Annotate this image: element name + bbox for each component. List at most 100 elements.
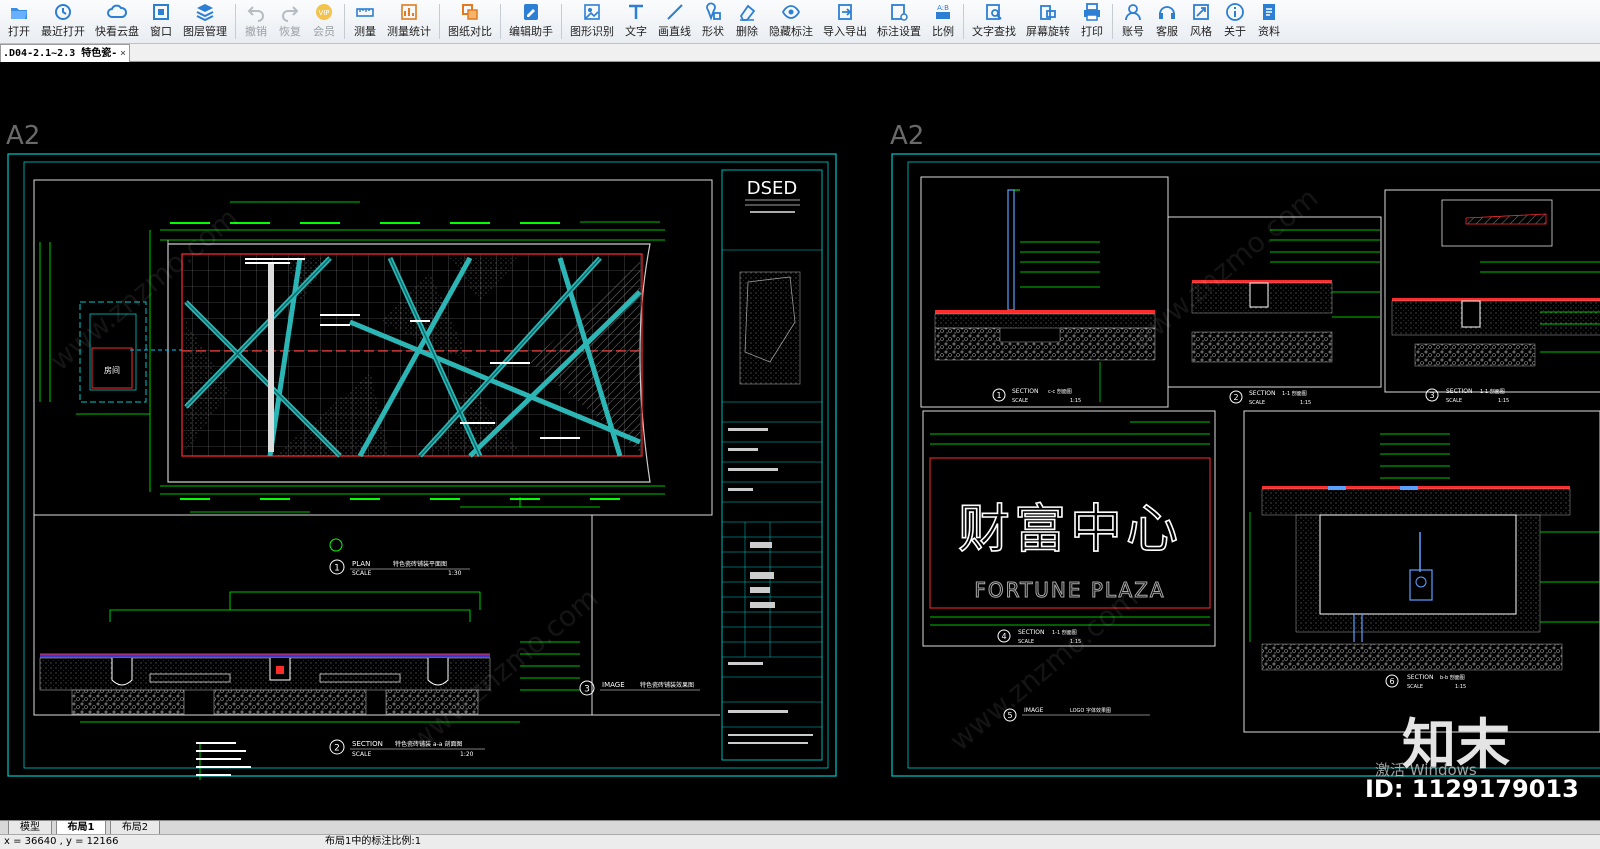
import-export-icon (838, 4, 852, 20)
plan-title: PLAN (352, 560, 370, 568)
toolbar-button-measure-stats[interactable]: 测量统计 (382, 0, 436, 43)
layout-tab-layout1[interactable]: 布局1 (56, 821, 106, 835)
sheet-1: A2 DSED 房间 1 PLAN SCALE 1:30 特色瓷砖铺装平面图 2… (6, 121, 837, 780)
toolbar-button-layers[interactable]: 图层管理 (178, 0, 232, 43)
toolbar-button-edit-assistant[interactable]: 编辑助手 (504, 0, 558, 43)
toolbar-button-label: 画直线 (658, 25, 691, 38)
section-number: 2 (334, 744, 340, 754)
toolbar-button-headset[interactable]: 客服 (1150, 0, 1184, 43)
s2-section-6-title: SECTION (1407, 674, 1433, 681)
toolbar-button-label: 形状 (702, 25, 724, 38)
layers-icon (196, 4, 214, 22)
toolbar-button-style[interactable]: 风格 (1184, 0, 1218, 43)
document-tab-title: .D04-2.1~2.3 特色瓷- (3, 48, 118, 59)
toolbar-separator (561, 4, 562, 39)
toolbar-separator (344, 4, 345, 39)
toolbar-button-undo[interactable]: 撤销 (239, 0, 273, 43)
s2-section-1-number: 1 (996, 391, 1001, 400)
printer-icon (1084, 3, 1100, 21)
toolbar-button-folder-open[interactable]: 打开 (2, 0, 36, 43)
s2-section-6-scale: 1:15 (1455, 684, 1466, 690)
toolbar-button-measure[interactable]: 测量 (348, 0, 382, 43)
text-icon (629, 4, 643, 19)
toolbar-button-label: 窗口 (150, 25, 172, 38)
s2-section-1-scale-label: SCALE (1012, 398, 1028, 404)
toolbar-button-vip[interactable]: VIP 会员 (307, 0, 341, 43)
toolbar-button-label: 编辑助手 (509, 25, 553, 38)
measure-stats-icon (401, 4, 417, 20)
cad-drawing: A2 DSED 房间 1 PLAN SCALE 1:30 特色瓷砖铺装平面图 2… (6, 121, 1600, 780)
plan-scale: 1:30 (448, 570, 462, 577)
layout-tab-layout2[interactable]: 布局2 (110, 821, 160, 835)
toolbar-button-ratio[interactable]: A:B 比例 (926, 0, 960, 43)
s2-section-3-scale-label: SCALE (1446, 398, 1462, 404)
edit-assistant-icon (524, 4, 538, 20)
toolbar-button-text-search[interactable]: 文字查找 (967, 0, 1021, 43)
s2-section-2-title: SECTION (1249, 390, 1275, 397)
toolbar-button-label: 会员 (313, 25, 335, 38)
drawing-canvas[interactable]: A2 DSED 房间 1 PLAN SCALE 1:30 特色瓷砖铺装平面图 2… (0, 62, 1600, 820)
toolbar-button-printer[interactable]: 打印 (1075, 0, 1109, 43)
toolbar-separator (500, 4, 501, 39)
redo-icon (282, 6, 299, 22)
s2-section-3-title: SECTION (1446, 388, 1472, 395)
room-label: 房间 (104, 365, 120, 375)
toolbar-button-text[interactable]: 文字 (619, 0, 653, 43)
toolbar-button-label: 关于 (1224, 25, 1246, 38)
toolbar-button-history[interactable]: 最近打开 (36, 0, 90, 43)
toolbar-button-label: 标注设置 (877, 25, 921, 38)
layout-tab-bar: 模型 布局1 布局2 (0, 820, 1600, 835)
layout-tab-model[interactable]: 模型 (8, 821, 52, 835)
style-icon (1193, 4, 1209, 20)
toolbar-button-label: 客服 (1156, 25, 1178, 38)
s2-section-4-number: 4 (1001, 632, 1006, 641)
firm-logo: DSED (747, 178, 798, 199)
toolbar-button-label: 测量 (354, 25, 376, 38)
svg-text:A:B: A:B (937, 4, 949, 12)
toolbar-button-window[interactable]: 窗口 (144, 0, 178, 43)
compare-icon (462, 4, 478, 20)
s2-section-2-number: 2 (1233, 393, 1238, 402)
toolbar-button-compare[interactable]: 图纸对比 (443, 0, 497, 43)
toolbar-button-label: 恢复 (279, 25, 301, 38)
s2-section-1-scale: 1:15 (1070, 398, 1081, 404)
toolbar-button-shape-recognition[interactable]: 图形识别 (565, 0, 619, 43)
toolbar-button-redo[interactable]: 恢复 (273, 0, 307, 43)
id-watermark: ID: 1129179013 (1365, 775, 1579, 803)
title-block: DSED (721, 169, 823, 761)
toolbar-button-line[interactable]: 画直线 (653, 0, 696, 43)
toolbar-button-import-export[interactable]: 导入导出 (818, 0, 872, 43)
svg-text:VIP: VIP (318, 9, 329, 17)
detail-section-3: 3 SECTION SCALE 1:15 1-1 剖面图 (1391, 199, 1600, 404)
toolbar-button-document[interactable]: 资料 (1252, 0, 1286, 43)
s2-section-2-scale: 1:15 (1300, 400, 1311, 406)
section-scale: 1:20 (460, 751, 474, 758)
main-toolbar: 打开 最近打开 快看云盘 窗口 图层管理 撤销 恢复 VIP 会员 测量 测量统计 图纸对比 编辑助手 图… (0, 0, 1600, 44)
toolbar-button-label: 撤销 (245, 25, 267, 38)
toolbar-button-eraser[interactable]: 删除 (730, 0, 764, 43)
toolbar-button-label: 图层管理 (183, 25, 227, 38)
line-icon (666, 4, 683, 20)
toolbar-button-shape[interactable]: 形状 (696, 0, 730, 43)
detail-section-4: 财富中心 FORTUNE PLAZA 4 SECTION SCALE 1:15 … (929, 421, 1211, 645)
toolbar-button-label: 删除 (736, 25, 758, 38)
toolbar-button-rotate-screen[interactable]: 屏幕旋转 (1021, 0, 1075, 43)
toolbar-button-label: 图形识别 (570, 25, 614, 38)
toolbar-button-user[interactable]: 账号 (1116, 0, 1150, 43)
toolbar-button-info[interactable]: 关于 (1218, 0, 1252, 43)
sheet-2: A2 1 SECTION SCALE 1:15 c-c 剖面图 2 SECTIO… (890, 121, 1600, 777)
info-icon (1226, 3, 1244, 21)
document-tab[interactable]: .D04-2.1~2.3 特色瓷- × (0, 44, 130, 62)
folder-open-icon (11, 8, 27, 19)
sheet-1-size-label: A2 (6, 121, 40, 151)
eye-icon (781, 5, 801, 19)
plan-scale-label: SCALE (352, 570, 371, 577)
toolbar-separator (963, 4, 964, 39)
toolbar-button-eye[interactable]: 隐藏标注 (764, 0, 818, 43)
section-drawing: 2 SECTION SCALE 1:20 特色瓷砖铺装 a-a 剖面图 3 IM… (39, 591, 700, 780)
s2-section-3-label: 1-1 剖面图 (1480, 388, 1505, 395)
close-tab-button[interactable]: × (120, 45, 126, 62)
toolbar-button-label: 账号 (1122, 25, 1144, 38)
toolbar-button-cloud[interactable]: 快看云盘 (90, 0, 144, 43)
toolbar-button-annotation-settings[interactable]: 标注设置 (872, 0, 926, 43)
